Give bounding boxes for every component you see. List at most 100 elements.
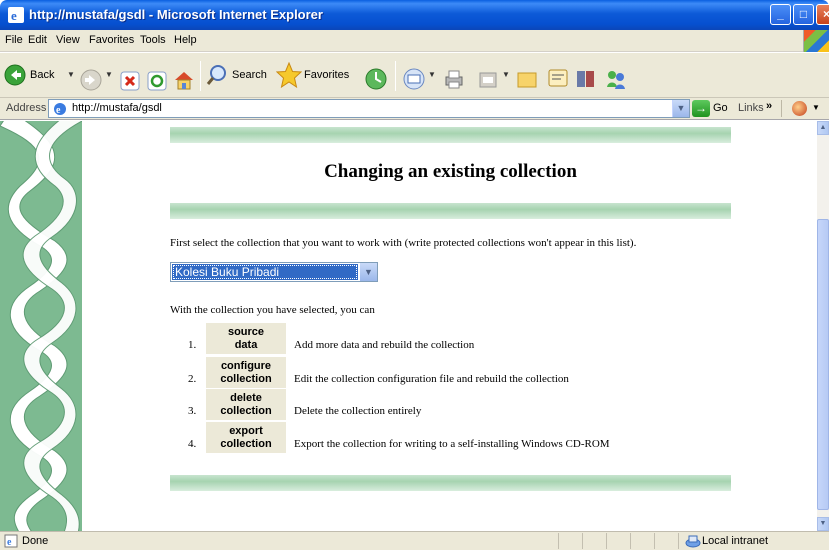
delete-collection-button[interactable]: delete collection	[206, 389, 286, 420]
action-number: 1.	[188, 339, 197, 351]
title-bar: e http://mustafa/gsdl - Microsoft Intern…	[0, 0, 829, 30]
menu-view[interactable]: View	[56, 34, 80, 46]
edit-dropdown-icon[interactable]: ▼	[502, 70, 510, 79]
intranet-icon	[685, 535, 701, 548]
toolbar-separator	[395, 61, 396, 91]
links-chevron-icon[interactable]: »	[766, 100, 772, 112]
source-data-button-line1: source	[227, 326, 265, 338]
search-button[interactable]: Search	[206, 59, 276, 91]
export-collection-button-line2: collection	[220, 438, 272, 450]
svg-text:e: e	[7, 537, 12, 548]
status-divider	[630, 533, 631, 549]
search-icon	[206, 65, 226, 85]
source-data-button-line2: data	[234, 339, 258, 351]
print-icon[interactable]	[442, 63, 466, 95]
source-data-button[interactable]: source data	[206, 323, 286, 354]
action-row-delete-collection: 3. delete collection Delete the collecti…	[170, 389, 731, 421]
delete-collection-button-line2: collection	[220, 405, 272, 417]
minimize-icon: _	[777, 7, 784, 21]
status-divider	[654, 533, 655, 549]
export-collection-button[interactable]: export collection	[206, 422, 286, 453]
action-number: 2.	[188, 373, 197, 385]
menu-bar: File Edit View Favorites Tools Help	[0, 30, 829, 52]
search-label: Search	[232, 69, 267, 81]
address-input[interactable]: e http://mustafa/gsdl ▼	[48, 99, 690, 118]
stop-icon[interactable]	[120, 65, 140, 97]
address-dropdown-icon[interactable]: ▼	[672, 100, 689, 117]
refresh-icon[interactable]	[147, 65, 167, 97]
users-icon[interactable]	[604, 63, 628, 95]
links-label[interactable]: Links	[738, 102, 764, 114]
page-viewport: Changing an existing collection First se…	[0, 121, 817, 531]
menu-edit[interactable]: Edit	[28, 34, 47, 46]
status-text: Done	[22, 535, 49, 547]
action-description: Delete the collection entirely	[294, 405, 422, 417]
scroll-down-icon[interactable]: ▼	[817, 517, 829, 531]
status-divider	[678, 533, 679, 549]
collection-select-value: Kolesi Buku Pribadi	[172, 264, 358, 280]
edit-icon[interactable]	[478, 64, 498, 96]
favorites-label: Favorites	[304, 69, 350, 81]
windows-logo-icon	[803, 30, 829, 52]
status-divider	[582, 533, 583, 549]
ie-logo-icon: e	[8, 7, 24, 23]
mail-dropdown-icon[interactable]: ▼	[428, 70, 436, 79]
addon-icon[interactable]	[792, 101, 807, 116]
intro-text: First select the collection that you wan…	[170, 237, 637, 249]
close-button[interactable]: ×	[816, 4, 829, 25]
mail-icon[interactable]	[402, 63, 426, 95]
action-description: Add more data and rebuild the collection	[294, 339, 475, 351]
close-icon: ×	[822, 7, 829, 21]
discuss-icon[interactable]	[516, 64, 538, 96]
action-row-configure-collection: 2. configure collection Edit the collect…	[170, 357, 731, 389]
research-icon[interactable]	[574, 63, 598, 95]
links-separator	[781, 100, 782, 117]
home-icon[interactable]	[173, 64, 195, 96]
menu-favorites[interactable]: Favorites	[89, 34, 134, 46]
go-button[interactable]: Go	[713, 102, 728, 114]
go-arrow-icon[interactable]: →	[692, 100, 710, 117]
page-title: Changing an existing collection	[324, 161, 577, 182]
svg-text:e: e	[56, 105, 61, 116]
menu-help[interactable]: Help	[174, 34, 197, 46]
addon-dropdown-icon[interactable]: ▼	[812, 103, 820, 112]
address-bar: Address e http://mustafa/gsdl ▼ → Go Lin…	[0, 98, 829, 120]
footer-band	[170, 475, 731, 491]
messenger-icon[interactable]	[546, 63, 570, 95]
chevron-down-icon[interactable]: ▼	[360, 263, 377, 281]
page-ie-icon: e	[54, 103, 66, 116]
configure-collection-button-line1: configure	[220, 360, 272, 372]
forward-arrow-icon[interactable]	[80, 64, 102, 96]
toolbar-separator	[200, 61, 201, 91]
action-number: 4.	[188, 438, 197, 450]
header-band-bottom	[170, 203, 731, 219]
export-collection-button-line1: export	[229, 425, 263, 437]
configure-collection-button-line2: collection	[220, 373, 272, 385]
maximize-button[interactable]: □	[793, 4, 814, 25]
window-title: http://mustafa/gsdl - Microsoft Internet…	[29, 7, 323, 22]
collection-select[interactable]: Kolesi Buku Pribadi ▼	[170, 262, 378, 282]
toolbar: Back ▼ ▼ Search Favorites ▼ ▼	[0, 53, 829, 98]
action-row-export-collection: 4. export collection Export the collecti…	[170, 422, 731, 454]
favorites-button[interactable]: Favorites	[276, 59, 361, 91]
history-icon[interactable]	[364, 63, 388, 95]
actions-intro: With the collection you have selected, y…	[170, 304, 375, 316]
action-description: Export the collection for writing to a s…	[294, 438, 610, 450]
configure-collection-button[interactable]: configure collection	[206, 357, 286, 388]
action-description: Edit the collection configuration file a…	[294, 373, 569, 385]
status-bar: e Done Local intranet	[0, 531, 829, 550]
back-dropdown-icon[interactable]: ▼	[67, 70, 75, 79]
back-button[interactable]: Back	[4, 59, 64, 91]
address-label: Address	[6, 102, 47, 114]
address-url: http://mustafa/gsdl	[72, 102, 162, 114]
menu-file[interactable]: File	[5, 34, 23, 46]
delete-collection-button-line1: delete	[230, 392, 262, 404]
scroll-thumb[interactable]	[817, 219, 829, 510]
maximize-icon: □	[799, 7, 808, 21]
vertical-scrollbar[interactable]: ▲ ▼	[817, 121, 829, 531]
scroll-up-icon[interactable]: ▲	[817, 121, 829, 135]
menu-tools[interactable]: Tools	[140, 34, 166, 46]
minimize-button[interactable]: _	[770, 4, 791, 25]
forward-dropdown-icon[interactable]: ▼	[105, 70, 113, 79]
status-divider	[558, 533, 559, 549]
